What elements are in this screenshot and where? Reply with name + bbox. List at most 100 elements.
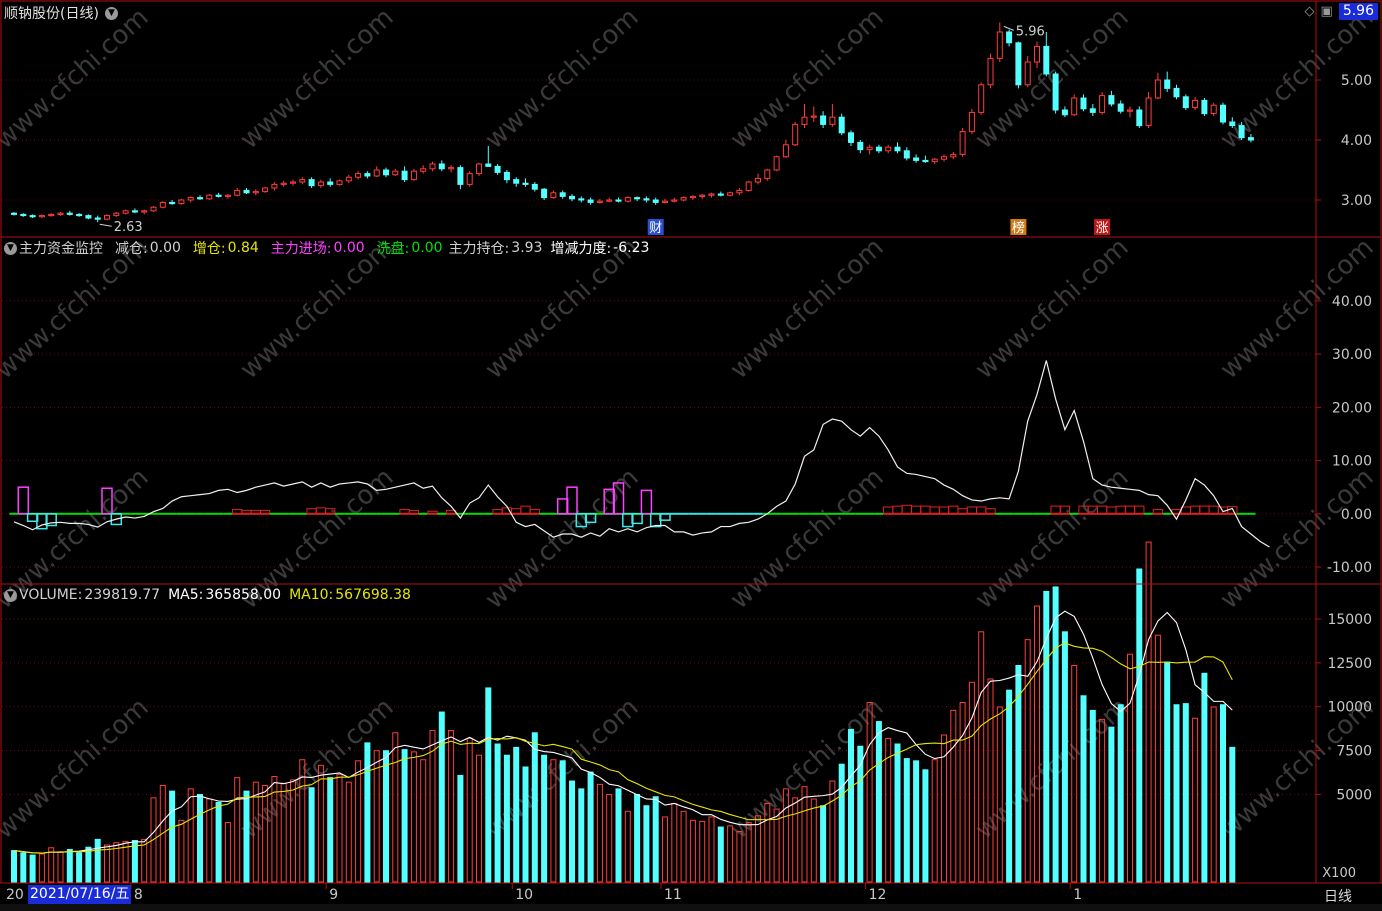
volume-bar <box>457 774 464 883</box>
add-value: 0.84 <box>227 240 259 256</box>
volume-bar <box>76 852 83 883</box>
volume-bar <box>634 793 641 883</box>
volume-bar <box>913 760 920 883</box>
volume-bar <box>1220 704 1226 883</box>
candle <box>206 194 213 200</box>
candle <box>773 156 780 171</box>
volume-bar <box>1201 672 1208 883</box>
candle <box>1192 99 1199 109</box>
candle <box>131 210 138 213</box>
volume-bar <box>243 790 250 883</box>
candle <box>271 183 278 189</box>
candle <box>1154 79 1161 99</box>
candle <box>968 111 975 133</box>
candle <box>122 210 129 214</box>
candle <box>401 170 408 181</box>
candle <box>978 84 985 113</box>
candle <box>1247 137 1254 141</box>
candle <box>197 197 203 200</box>
hold-value: 3.93 <box>511 240 543 256</box>
volume-bar <box>717 826 724 883</box>
candle <box>522 182 529 185</box>
candle <box>838 116 845 134</box>
candle <box>1034 45 1040 63</box>
volume-bar <box>903 758 910 883</box>
candle <box>252 191 259 194</box>
candle <box>1238 125 1245 139</box>
indicator-menu-icon[interactable]: ▼ <box>4 241 17 255</box>
indicator-tab-strip[interactable] <box>0 904 1382 911</box>
candle <box>355 173 362 178</box>
volume-bar <box>838 763 845 883</box>
volume-bar <box>94 838 101 883</box>
candle <box>810 115 817 118</box>
volume-bar <box>215 801 222 883</box>
candle <box>801 116 808 125</box>
candle <box>1024 61 1031 86</box>
candle <box>169 201 176 205</box>
volume-bar <box>11 850 17 883</box>
volume-bar <box>875 721 882 883</box>
volume-panel-header: ▼ VOLUME: 239819.77 MA5: 365858.00 MA10:… <box>4 585 413 605</box>
low-price-label: 2.63 <box>114 220 143 235</box>
candle <box>829 116 836 125</box>
candle <box>615 199 622 202</box>
candle <box>373 169 380 177</box>
period-label[interactable]: 日线 <box>1324 886 1352 906</box>
volume-bar <box>383 750 389 883</box>
candle <box>420 168 427 172</box>
x-month-label: 10 <box>515 887 533 903</box>
volume-bar <box>922 769 929 883</box>
volume-bar <box>1229 746 1236 883</box>
x-month-label: 8 <box>134 887 143 903</box>
volume-bar <box>894 743 901 883</box>
candle <box>308 179 315 187</box>
fund-y-tick-label: 40.00 <box>1332 294 1372 310</box>
candle <box>996 31 1003 59</box>
volume-bar <box>569 780 575 883</box>
candle <box>1220 104 1226 123</box>
volume-bar <box>1108 726 1115 883</box>
candle <box>634 197 641 200</box>
ma10-value: 567698.38 <box>335 587 411 603</box>
candle <box>262 187 269 193</box>
candle <box>243 189 250 194</box>
candle <box>336 180 343 185</box>
volume-bar <box>615 788 622 883</box>
candle <box>1117 103 1124 112</box>
candle <box>689 195 696 199</box>
chart-canvas[interactable]: www.cfchi.com www.cfchi.com www.cfchi.com w… <box>0 0 1382 911</box>
volume-bar <box>169 790 176 883</box>
candle <box>327 181 334 185</box>
candle <box>922 159 929 163</box>
candle <box>764 169 771 179</box>
candle <box>215 194 222 197</box>
volume-bar <box>1164 661 1171 883</box>
candle <box>1108 95 1115 105</box>
candle <box>950 153 957 158</box>
volume-bar <box>559 760 566 883</box>
reduce-label: 减仓: <box>115 241 148 257</box>
x-axis-first-label: 20 <box>6 887 24 903</box>
candle <box>299 179 306 183</box>
volume-y-tick-label: 15000 <box>1327 612 1372 628</box>
diamond-icon[interactable]: ◇ <box>1305 4 1315 19</box>
candle <box>875 146 882 152</box>
candle <box>745 181 752 191</box>
window-toggle-icon[interactable]: ▣ <box>1321 4 1333 19</box>
volume-y-tick-label: 12500 <box>1327 656 1372 672</box>
candle <box>383 169 389 176</box>
volume-bar <box>131 839 138 883</box>
candle <box>755 177 761 183</box>
candle <box>1006 31 1013 44</box>
fund-y-tick-label: 10.00 <box>1332 454 1372 470</box>
candle <box>1145 97 1152 127</box>
candle <box>466 173 473 185</box>
ma10-label: MA10: <box>289 587 334 603</box>
candle <box>290 181 296 184</box>
candle <box>531 183 538 190</box>
volume-y-tick-label: 10000 <box>1327 700 1372 716</box>
volume-bar <box>1080 695 1087 883</box>
dropdown-chevron-icon[interactable]: ▼ <box>104 6 118 20</box>
volume-menu-icon[interactable]: ▼ <box>4 588 17 602</box>
